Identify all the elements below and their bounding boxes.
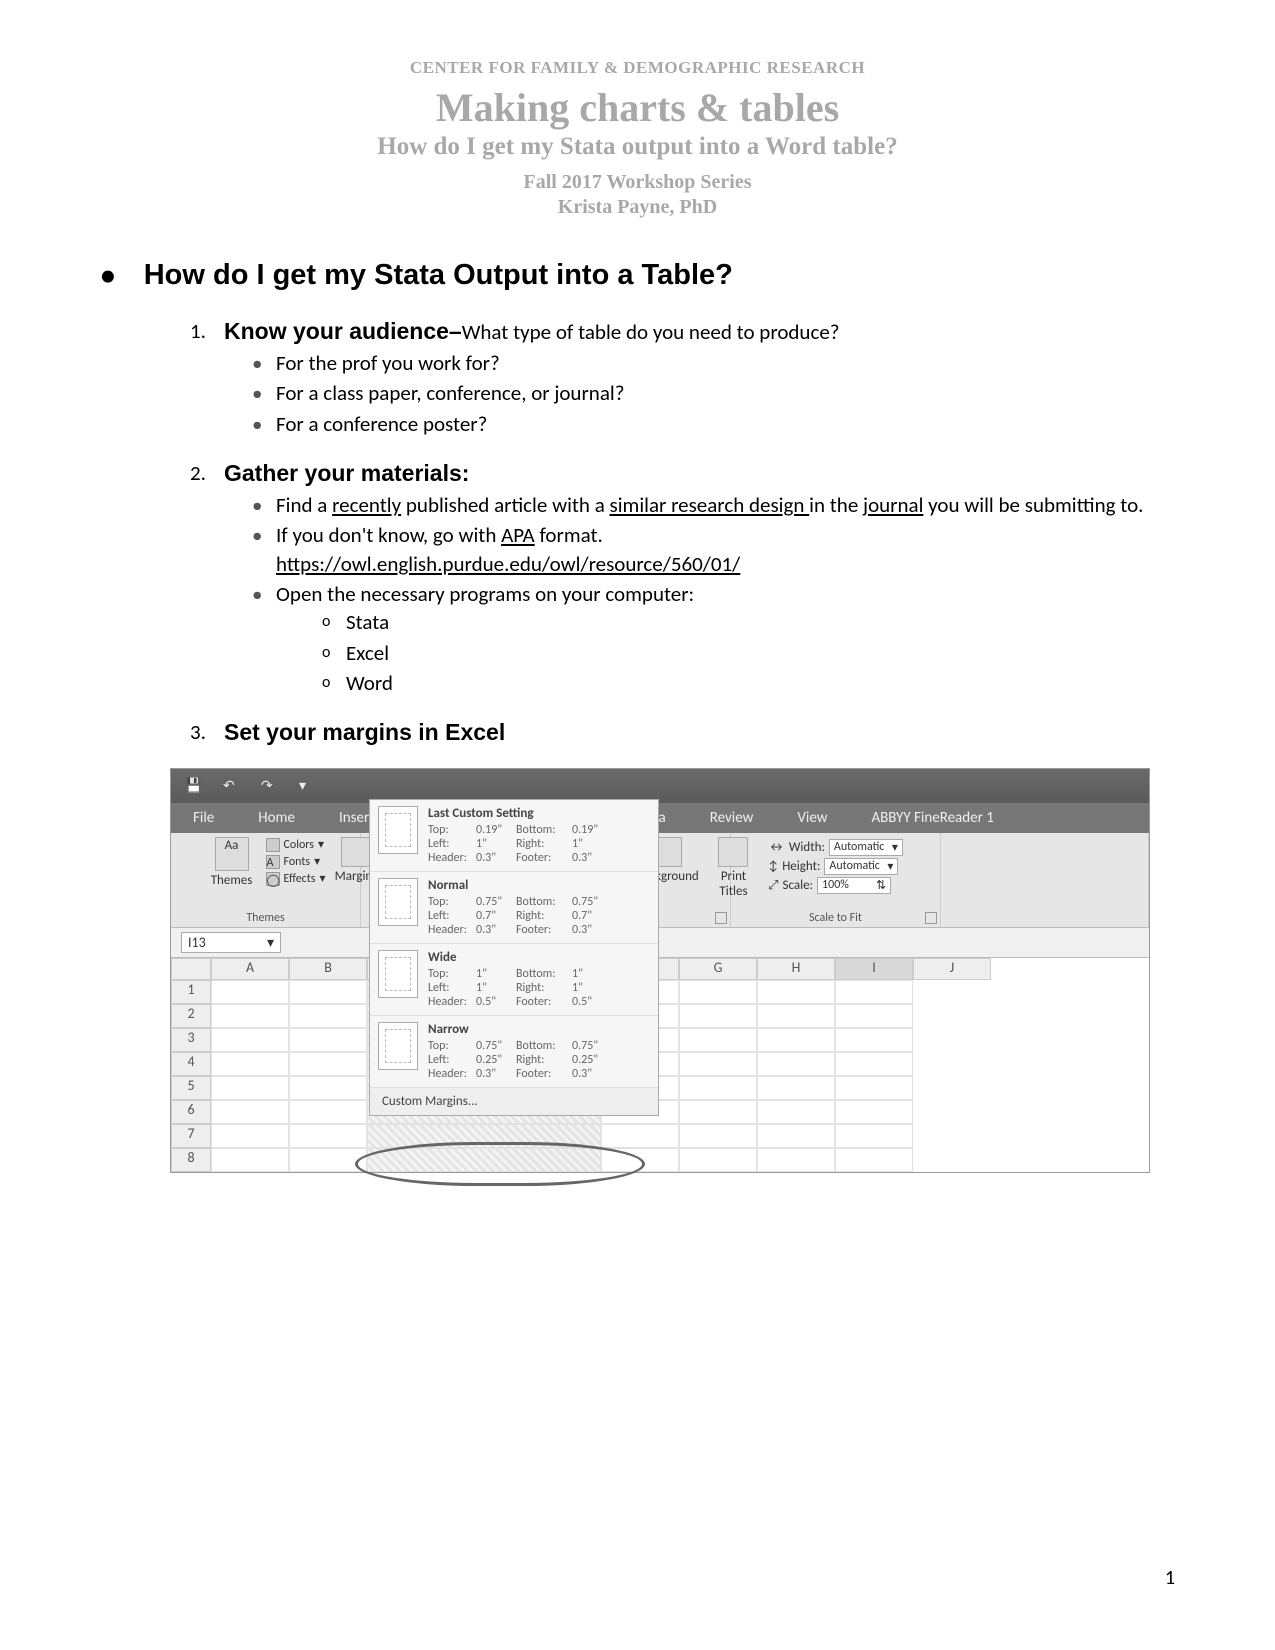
list-item: Excel [318,639,1175,667]
header-title: Making charts & tables [0,84,1275,131]
ribbon-tabs: File Home Insert Page Layout Formulas Da… [171,803,1149,833]
group-label-themes: Themes [246,911,284,927]
colors-icon [266,838,280,852]
margins-icon [341,837,371,867]
tab-file[interactable]: File [171,803,236,833]
header-org: CENTER FOR FAMILY & DEMOGRAPHIC RESEARCH [0,58,1275,78]
fonts-icon: A [266,855,280,869]
col-header[interactable]: G [679,958,757,980]
select-all-corner[interactable] [171,958,211,980]
step-title-1: Know your audience– [224,318,462,344]
row-header[interactable]: 1 [171,980,211,1004]
list-item: For a conference poster? [246,410,1175,438]
height-field[interactable]: Automatic ▾ [824,858,898,875]
margins-preview-icon [378,806,418,854]
step-num-3: 3. [190,719,206,745]
margins-option-normal[interactable]: Normal Top:0.75"Bottom:0.75" Left:0.7"Ri… [370,872,658,944]
scale-field[interactable]: 100% ⇅ [817,877,891,894]
col-header[interactable]: J [913,958,991,980]
scale-dialog-launcher[interactable] [925,912,937,924]
step-tail-1: What type of table do you need to produc… [462,319,840,345]
themes-icon: Aa [215,837,249,871]
effects-icon: ◯ [266,872,280,886]
step-title-3: Set your margins in Excel [224,719,505,745]
list-item: Stata [318,608,1175,636]
margins-option-wide[interactable]: Wide Top:1"Bottom:1" Left:1"Right:1" Hea… [370,944,658,1016]
header-author: Krista Payne, PhD [0,196,1275,219]
step-num-2: 2. [190,460,206,486]
redo-icon[interactable]: ↷ [261,777,279,795]
step-title-2: Gather your materials: [224,460,469,486]
themes-button[interactable]: Aa Themes [206,837,258,888]
fonts-button[interactable]: AFonts ▾ [266,854,326,869]
row-header[interactable]: 8 [171,1148,211,1172]
main-heading: How do I get my Stata Output into a Tabl… [144,259,733,292]
chevron-down-icon: ▾ [267,934,274,951]
annotation-oval [355,1142,645,1186]
colors-button[interactable]: Colors ▾ [266,837,326,852]
list-item: Find a recently published article with a… [246,491,1175,519]
margins-option-narrow[interactable]: Narrow Top:0.75"Bottom:0.75" Left:0.25"R… [370,1016,658,1088]
row-header[interactable]: 2 [171,1004,211,1028]
col-header[interactable]: I [835,958,913,980]
tab-home[interactable]: Home [236,803,317,833]
page-number: 1 [1165,1566,1175,1590]
row-header[interactable]: 3 [171,1028,211,1052]
margins-preview-icon [378,1022,418,1070]
bullet-disc: ● [100,262,116,288]
col-header[interactable]: H [757,958,835,980]
quick-access-toolbar: 💾 ↶ ↷ ▾ [171,769,1149,803]
undo-icon[interactable]: ↶ [223,777,241,795]
row-header[interactable]: 4 [171,1052,211,1076]
row-header[interactable]: 7 [171,1124,211,1148]
col-header[interactable]: A [211,958,289,980]
row-header[interactable]: 5 [171,1076,211,1100]
save-icon[interactable]: 💾 [185,777,203,795]
page-setup-dialog-launcher[interactable] [715,912,727,924]
step-num-1: 1. [190,318,206,344]
customize-qat-icon[interactable]: ▾ [299,777,317,795]
custom-margins-button[interactable]: Custom Margins... [370,1088,658,1115]
list-item: Open the necessary programs on your comp… [246,580,1175,697]
list-item: For a class paper, conference, or journa… [246,379,1175,407]
excel-screenshot: 💾 ↶ ↷ ▾ File Home Insert Page Layout For… [170,768,1150,1173]
list-item: If you don't know, go with APA format. h… [246,521,1175,578]
effects-button[interactable]: ◯Effects ▾ [266,871,326,886]
list-item: For the prof you work for? [246,349,1175,377]
margins-dropdown: Last Custom Setting Top:0.19"Bottom:0.19… [369,799,659,1116]
margins-option-last[interactable]: Last Custom Setting Top:0.19"Bottom:0.19… [370,800,658,872]
header-series: Fall 2017 Workshop Series [0,171,1275,194]
header-subtitle: How do I get my Stata output into a Word… [0,133,1275,161]
col-header[interactable]: B [289,958,367,980]
name-box[interactable]: I13▾ [181,932,281,953]
tab-abbyy[interactable]: ABBYY FineReader 1 [849,803,1015,833]
width-icon: ↔ [768,840,785,855]
row-header[interactable]: 6 [171,1100,211,1124]
apa-link[interactable]: https://owl.english.purdue.edu/owl/resou… [276,551,740,577]
tab-review[interactable]: Review [688,803,776,833]
tab-view[interactable]: View [775,803,849,833]
margins-preview-icon [378,878,418,926]
margins-preview-icon [378,950,418,998]
list-item: Word [318,669,1175,697]
group-label-scale: Scale to Fit [809,911,862,927]
height-icon: ↕ [768,859,778,874]
scale-icon: ⤢ [768,878,778,893]
width-field[interactable]: Automatic ▾ [829,839,903,856]
